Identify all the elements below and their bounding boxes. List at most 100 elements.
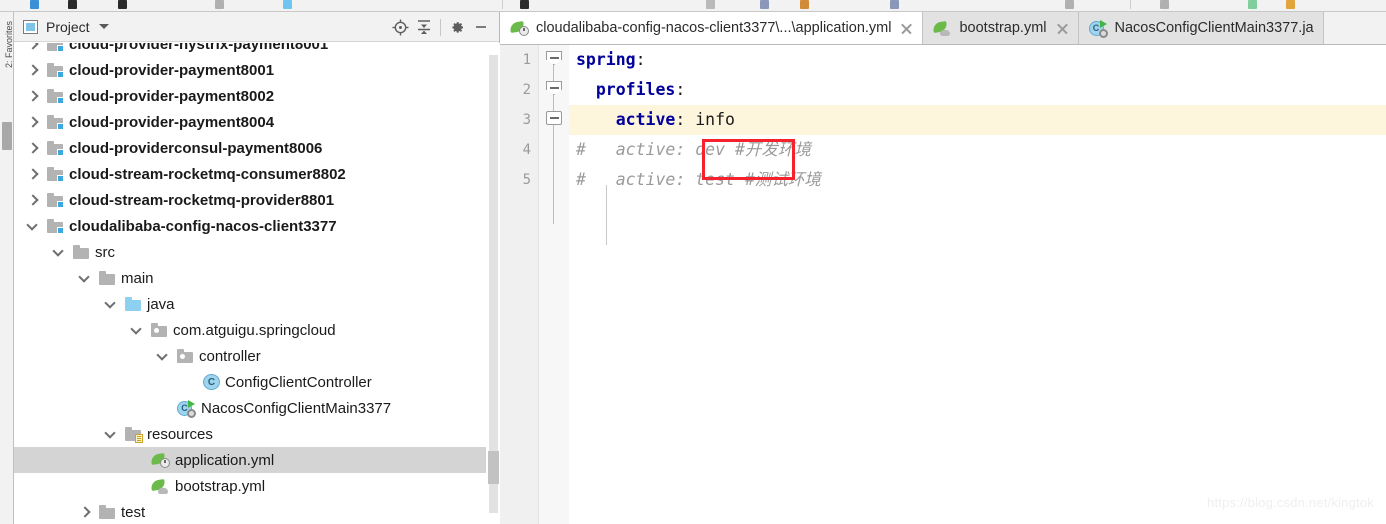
tree-item-application-yml[interactable]: application.yml (14, 447, 486, 473)
scrollbar-thumb[interactable] (488, 451, 499, 484)
close-icon[interactable] (900, 22, 913, 35)
chevron-right-icon[interactable] (28, 169, 39, 180)
yaml-key: profiles (595, 80, 676, 99)
toolbar-button-12[interactable] (1248, 0, 1257, 9)
tree-item-cloud-stream-rocketmq-provider8801[interactable]: cloud-stream-rocketmq-provider8801 (14, 187, 486, 213)
project-tree-scrollbar[interactable] (488, 43, 499, 524)
toolbar-button-13[interactable] (1286, 0, 1295, 9)
minimize-icon[interactable] (469, 15, 493, 39)
tree-item-cloud-provider-hystrix-payment8001[interactable]: cloud-provider-hystrix-payment8001 (14, 43, 486, 57)
tree-item-label: cloudalibaba-config-nacos-client3377 (69, 217, 337, 235)
tree-item-configclientcontroller[interactable]: C ConfigClientController (14, 369, 486, 395)
chevron-down-icon[interactable] (54, 247, 65, 258)
source-folder-icon (125, 296, 142, 312)
chevron-right-icon[interactable] (28, 65, 39, 76)
package-icon (177, 348, 194, 364)
toolbar-button-5[interactable] (520, 0, 529, 9)
editor-tab-0[interactable]: cloudalibaba-config-nacos-client3377\...… (500, 12, 924, 44)
chevron-right-icon[interactable] (80, 507, 91, 518)
favorites-vertical-tab[interactable]: 2: Favorites (4, 18, 14, 68)
chevron-right-icon[interactable] (28, 143, 39, 154)
toolbar-button-0[interactable] (30, 0, 39, 9)
toolbar-button-2[interactable] (118, 0, 127, 9)
tree-item-cloud-provider-payment8001[interactable]: cloud-provider-payment8001 (14, 57, 486, 83)
code-line-4[interactable]: # active: dev #开发环境 (569, 135, 1386, 165)
code-line-3[interactable]: active: info (569, 105, 1386, 135)
tree-item-src[interactable]: src (14, 239, 486, 265)
yml-file-icon (932, 20, 952, 36)
tree-item-cloud-provider-payment8004[interactable]: cloud-provider-payment8004 (14, 109, 486, 135)
project-icon (23, 19, 38, 34)
left-tool-window-stripe[interactable]: 2: Favorites (0, 12, 14, 524)
module-folder-icon (47, 114, 64, 130)
tree-item-label: cloud-provider-hystrix-payment8001 (69, 43, 329, 53)
gear-icon[interactable] (445, 15, 469, 39)
code-editor[interactable]: 1 2 3 4 5 spring: profiles: active: info # ac… (500, 45, 1386, 524)
chevron-down-icon[interactable] (80, 273, 91, 284)
code-content[interactable]: spring: profiles: active: info # active: … (569, 45, 1386, 524)
toolbar-button-3[interactable] (215, 0, 224, 9)
fold-close-marker[interactable] (546, 111, 562, 125)
close-icon[interactable] (1056, 22, 1069, 35)
line-number: 1 (522, 52, 531, 68)
tree-item-controller[interactable]: controller (14, 343, 486, 369)
tree-item-java[interactable]: java (14, 291, 486, 317)
collapse-all-icon[interactable] (412, 15, 436, 39)
java-main-class-icon: C (177, 399, 196, 418)
editor-tab-2[interactable]: C NacosConfigClientMain3377.ja (1078, 12, 1324, 44)
tree-item-cloudalibaba-config-nacos-client3377[interactable]: cloudalibaba-config-nacos-client3377 (14, 213, 486, 239)
yaml-colon: : (675, 110, 686, 129)
tree-item-label: cloud-providerconsul-payment8006 (69, 139, 323, 157)
toolbar-button-9[interactable] (890, 0, 899, 9)
module-folder-icon (47, 88, 64, 104)
code-folding-column[interactable] (539, 45, 569, 524)
chevron-down-icon[interactable] (98, 24, 109, 29)
code-line-2[interactable]: profiles: (569, 75, 1386, 105)
yaml-comment: # active: test #测试环境 (576, 170, 821, 189)
toolbar-button-11[interactable] (1160, 0, 1169, 9)
tree-item-bootstrap-yml[interactable]: bootstrap.yml (14, 473, 486, 499)
chevron-right-icon[interactable] (28, 43, 39, 50)
fold-open-marker[interactable] (546, 51, 562, 65)
editor-tab-label: NacosConfigClientMain3377.ja (1114, 20, 1314, 36)
code-line-5[interactable]: # active: test #测试环境 (569, 165, 1386, 195)
tree-item-main[interactable]: main (14, 265, 486, 291)
tree-item-label: test (121, 503, 146, 521)
toolbar-divider (440, 18, 441, 36)
chevron-right-icon[interactable] (28, 117, 39, 128)
toolbar-button-7[interactable] (760, 0, 769, 9)
tree-item-label: java (147, 295, 175, 313)
tree-item-resources[interactable]: resources (14, 421, 486, 447)
fold-open-marker[interactable] (546, 81, 562, 95)
tree-item-label: cloud-provider-payment8001 (69, 61, 275, 79)
chevron-right-icon[interactable] (28, 195, 39, 206)
java-main-class-icon: C (1088, 19, 1108, 38)
chevron-right-icon[interactable] (28, 91, 39, 102)
tree-item-cloud-stream-rocketmq-consumer8802[interactable]: cloud-stream-rocketmq-consumer8802 (14, 161, 486, 187)
toolbar-button-6[interactable] (706, 0, 715, 9)
project-panel-toolbar (388, 12, 493, 42)
project-tree-scroll[interactable]: cloud-provider-hystrix-payment8001 cloud-… (14, 43, 500, 524)
toolbar-button-1[interactable] (68, 0, 77, 9)
chevron-down-icon[interactable] (106, 429, 117, 440)
tree-item-label: src (95, 243, 115, 261)
locate-icon[interactable] (388, 15, 412, 39)
code-line-1[interactable]: spring: (569, 45, 1386, 75)
tree-item-com-atguigu-springcloud[interactable]: com.atguigu.springcloud (14, 317, 486, 343)
toolbar-button-8[interactable] (800, 0, 809, 9)
chevron-down-icon[interactable] (28, 221, 39, 232)
tree-item-cloud-providerconsul-payment8006[interactable]: cloud-providerconsul-payment8006 (14, 135, 486, 161)
toolbar-button-10[interactable] (1065, 0, 1074, 9)
tree-item-test[interactable]: test (14, 499, 486, 524)
stripe-scroll-thumb[interactable] (2, 122, 12, 150)
editor-tab-1[interactable]: bootstrap.yml (923, 12, 1079, 44)
chevron-down-icon[interactable] (106, 299, 117, 310)
chevron-down-icon[interactable] (132, 325, 143, 336)
tree-item-cloud-provider-payment8002[interactable]: cloud-provider-payment8002 (14, 83, 486, 109)
tree-item-label: cloud-stream-rocketmq-consumer8802 (69, 165, 346, 183)
tree-item-nacosconfigclientmain3377[interactable]: C NacosConfigClientMain3377 (14, 395, 486, 421)
chevron-down-icon[interactable] (158, 351, 169, 362)
toolbar-button-4[interactable] (283, 0, 292, 9)
